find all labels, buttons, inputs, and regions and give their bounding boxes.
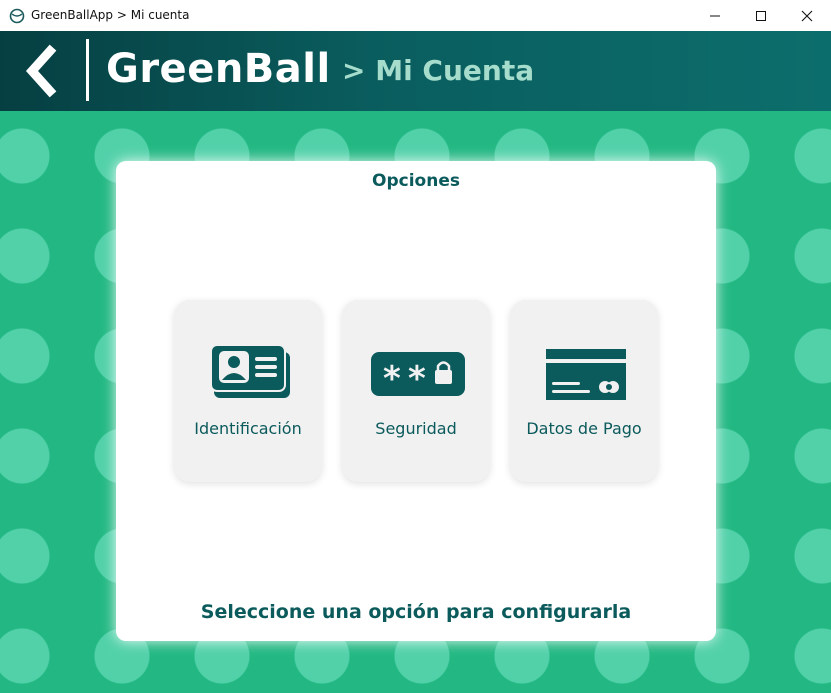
option-label: Seguridad bbox=[375, 419, 457, 438]
close-button[interactable] bbox=[784, 0, 830, 31]
minimize-button[interactable] bbox=[692, 0, 738, 31]
maximize-icon bbox=[756, 10, 766, 21]
back-button[interactable] bbox=[18, 41, 68, 101]
minimize-icon bbox=[710, 15, 720, 16]
option-identificacion[interactable]: Identificación bbox=[174, 300, 322, 482]
options-panel: Opciones Identificación * * Seguridad Da… bbox=[116, 161, 716, 641]
window-titlebar: GreenBallApp > Mi cuenta bbox=[0, 0, 831, 32]
instruction-text: Seleccione una opción para configurarla bbox=[200, 601, 632, 623]
maximize-button[interactable] bbox=[738, 0, 784, 31]
chevron-left-icon bbox=[25, 44, 57, 98]
option-label: Identificación bbox=[194, 419, 302, 438]
brand-logo: GreenBall bbox=[106, 46, 331, 92]
close-icon bbox=[801, 10, 813, 21]
password-icon: * * bbox=[371, 352, 465, 399]
app-header: GreenBall > Mi Cuenta bbox=[0, 31, 831, 111]
breadcrumb: > Mi Cuenta bbox=[342, 54, 535, 87]
svg-text:*: * bbox=[408, 359, 426, 399]
option-label: Datos de Pago bbox=[526, 419, 642, 438]
window-title: GreenBallApp > Mi cuenta bbox=[31, 8, 190, 22]
svg-text:*: * bbox=[383, 359, 401, 399]
panel-title: Opciones bbox=[372, 171, 460, 191]
option-datos-de-pago[interactable]: Datos de Pago bbox=[510, 300, 658, 482]
option-seguridad[interactable]: * * Seguridad bbox=[342, 300, 490, 482]
header-divider bbox=[86, 39, 89, 101]
credit-card-icon bbox=[546, 349, 626, 400]
id-card-icon bbox=[210, 344, 290, 398]
app-logo-icon bbox=[9, 8, 25, 24]
